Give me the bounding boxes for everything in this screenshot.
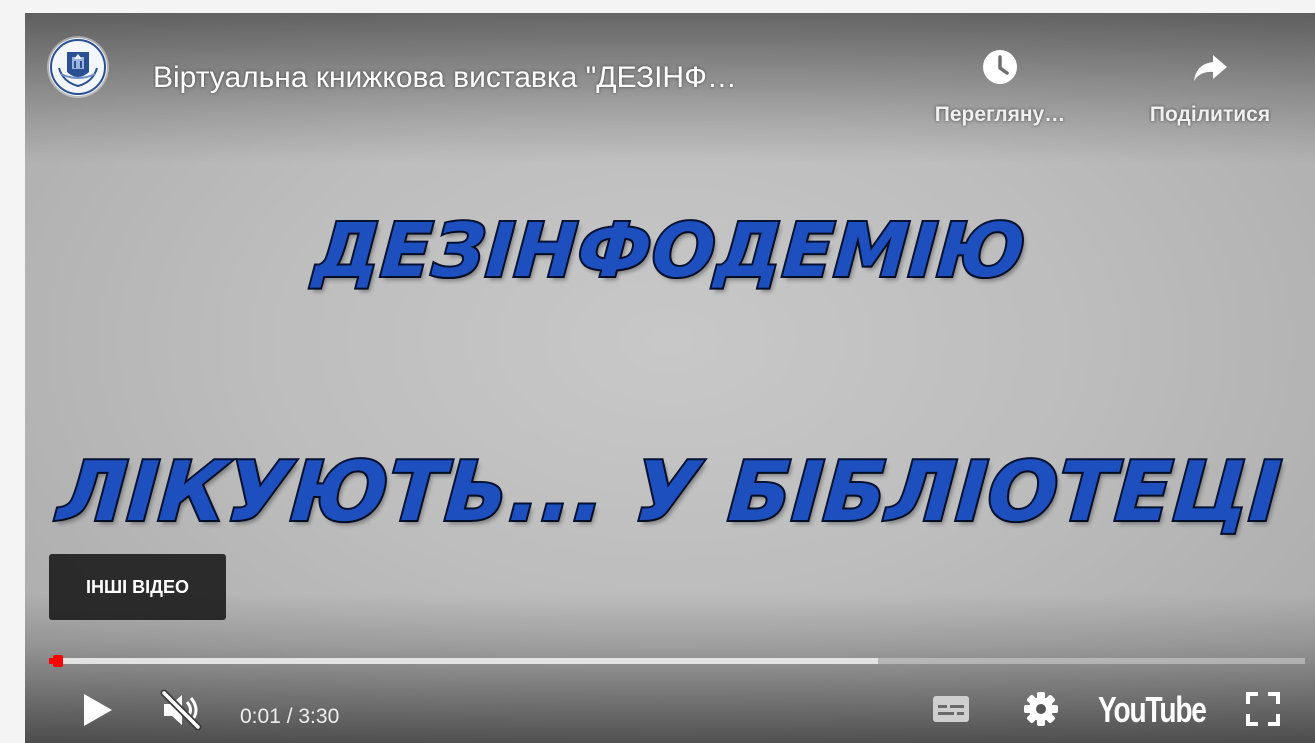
fullscreen-icon[interactable] [1242, 688, 1284, 730]
library-emblem-icon[interactable] [49, 38, 107, 96]
share-arrow-icon [1190, 47, 1230, 87]
slide-subline: ЛІКУЮТЬ... У БІБЛІОТЕЦІ [53, 443, 1286, 542]
subtitles-icon[interactable] [931, 691, 971, 727]
watch-later-label: Перегляну… [934, 103, 1066, 126]
video-title[interactable]: Віртуальна книжкова виставка "ДЕЗІНФ… [153, 61, 893, 95]
slide-headline: ДЕЗІНФОДЕМІЮ [309, 206, 1030, 296]
time-display: 0:01 / 3:30 [240, 705, 340, 728]
share-button[interactable]: Поділитися [1125, 47, 1295, 137]
play-icon[interactable] [75, 688, 119, 732]
watch-later-button[interactable]: Перегляну… [915, 47, 1085, 137]
progress-scrubber[interactable] [53, 655, 64, 667]
youtube-logo[interactable]: YouTube [1098, 689, 1207, 731]
buffered-bar [49, 658, 878, 664]
volume-muted-icon[interactable] [158, 687, 204, 733]
gear-icon[interactable] [1021, 689, 1061, 729]
progress-bar[interactable] [49, 655, 1305, 667]
share-label: Поділитися [1149, 103, 1271, 126]
clock-icon [980, 47, 1020, 87]
video-player[interactable]: ДЕЗІНФОДЕМІЮ ЛІКУЮТЬ... У БІБЛІОТЕЦІ Вір… [25, 13, 1315, 743]
more-videos-button[interactable]: ІНШІ ВІДЕО [49, 554, 226, 620]
